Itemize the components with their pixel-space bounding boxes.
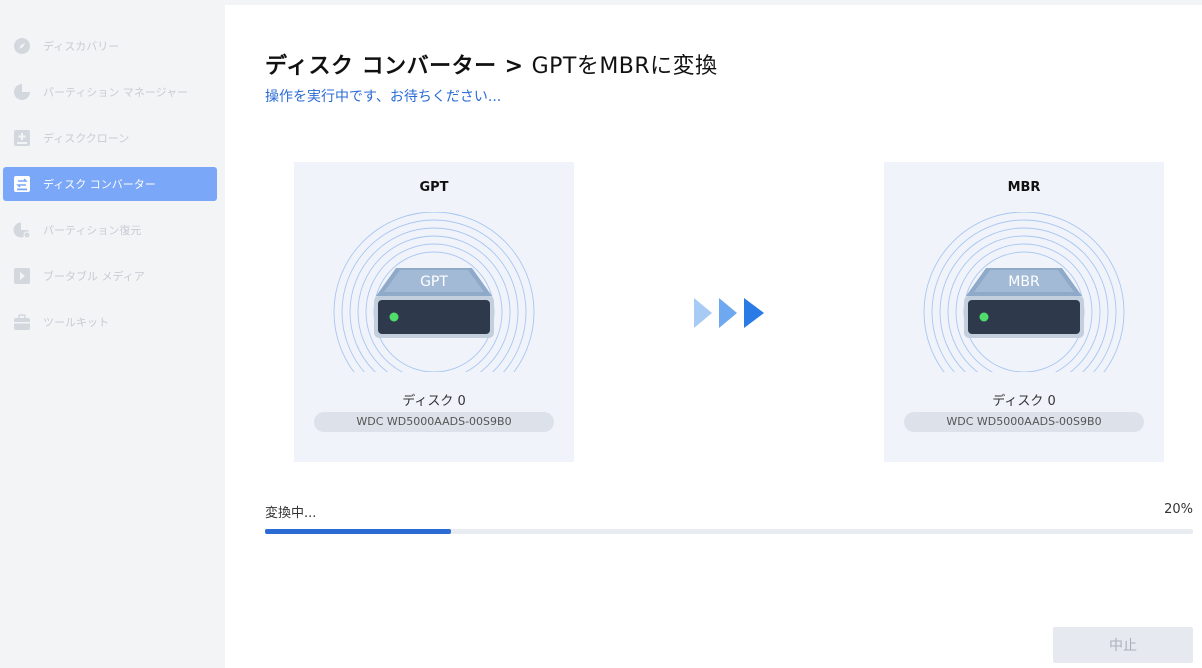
sidebar-item-label: ディスククローン	[43, 132, 130, 145]
target-disk-name: ディスク 0	[992, 394, 1056, 409]
top-strip	[225, 0, 1202, 5]
sidebar-item-label: ディスカバリー	[43, 40, 120, 53]
sidebar-item-label: ブータブル メディア	[43, 270, 145, 283]
status-text: 操作を実行中です、お待ちください...	[265, 89, 502, 105]
source-disk-model: WDC WD5000AADS-00S9B0	[314, 412, 554, 432]
progress-percent: 20%	[1164, 502, 1193, 517]
convert-arrows-icon	[694, 298, 764, 328]
disk-drive-icon	[330, 212, 538, 382]
sidebar-item-label: パーティション マネージャー	[43, 86, 189, 99]
sidebar-item-partition-manager[interactable]: パーティション マネージャー	[3, 75, 217, 109]
bootable-media-icon	[13, 267, 31, 285]
sidebar-item-label: パーティション復元	[43, 224, 142, 237]
pie-chart-icon	[13, 83, 31, 101]
partition-recovery-icon	[13, 221, 31, 239]
disk-clone-icon	[13, 129, 31, 147]
sidebar-item-partition-recovery[interactable]: パーティション復元	[3, 213, 217, 247]
sidebar-item-label: ディスク コンバーター	[43, 178, 156, 191]
source-card-title: GPT	[419, 180, 449, 195]
source-disk-name: ディスク 0	[402, 394, 466, 409]
disk-drive-icon	[920, 212, 1128, 382]
progress-label: 変換中...	[265, 506, 317, 521]
sidebar-item-bootable-media[interactable]: ブータブル メディア	[3, 259, 217, 293]
target-disk-card: MBR MBR ディスク 0 WDC WD5000AADS-00S9B0	[884, 162, 1164, 462]
progress-fill	[265, 529, 451, 534]
target-disk-model: WDC WD5000AADS-00S9B0	[904, 412, 1144, 432]
source-disk-card: GPT GPT ディスク 0 WDC WD5000AADS-00S9B0	[294, 162, 574, 462]
sidebar-item-discovery[interactable]: ディスカバリー	[3, 29, 217, 63]
stop-button[interactable]: 中止	[1053, 627, 1193, 663]
target-disk-label: MBR	[1008, 274, 1040, 290]
sidebar-item-label: ツールキット	[43, 316, 109, 329]
sidebar-item-disk-converter[interactable]: ディスク コンバーター	[3, 167, 217, 201]
title-sub: GPTをMBRに変換	[531, 54, 718, 79]
sidebar-item-toolkit[interactable]: ツールキット	[3, 305, 217, 339]
progress-bar	[265, 529, 1193, 534]
compass-icon	[13, 37, 31, 55]
source-disk-label: GPT	[420, 274, 448, 290]
toolkit-icon	[13, 313, 31, 331]
breadcrumb-separator: >	[504, 54, 524, 79]
disk-convert-icon	[13, 175, 31, 193]
page-title: ディスク コンバーター > GPTをMBRに変換	[265, 48, 718, 80]
sidebar: ディスカバリー パーティション マネージャー ディスククローン ディスク コンバ…	[0, 0, 225, 668]
target-card-title: MBR	[1007, 180, 1041, 195]
title-main: ディスク コンバーター	[265, 54, 497, 79]
sidebar-item-disk-clone[interactable]: ディスククローン	[3, 121, 217, 155]
